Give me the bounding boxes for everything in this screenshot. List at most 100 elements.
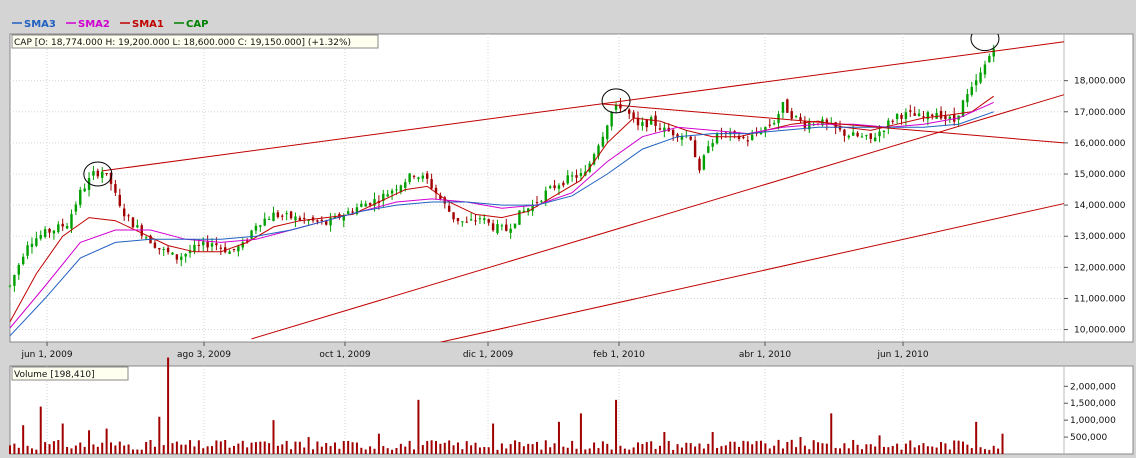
candle-up	[970, 86, 973, 95]
candle-up	[610, 111, 613, 127]
volume-bar	[180, 444, 183, 454]
candle-down	[298, 217, 302, 221]
y-tick-label: 11,000.000	[1074, 294, 1126, 304]
volume-bar	[891, 446, 894, 454]
candle-up	[983, 64, 987, 75]
volume-bar	[584, 449, 587, 454]
candle-up	[171, 252, 174, 255]
volume-bar	[707, 443, 710, 454]
candle-down	[698, 158, 701, 171]
y-tick-label: 16,000.000	[1074, 139, 1126, 149]
candle-down	[689, 136, 692, 140]
volume-bar	[193, 446, 196, 454]
volume-bar	[347, 440, 350, 454]
volume-bar	[606, 443, 609, 454]
volume-bar	[377, 433, 380, 454]
candle-up	[30, 243, 34, 248]
candle-down	[491, 223, 495, 231]
volume-bar	[13, 443, 16, 454]
candle-down	[658, 128, 662, 130]
volume-bar	[852, 439, 855, 454]
candle-up	[641, 122, 644, 126]
volume-bar	[834, 447, 837, 454]
volume-panel	[9, 365, 1134, 455]
candle-up	[500, 225, 504, 227]
volume-tick-label: 1,000,000	[1070, 416, 1116, 426]
legend-label-sma1: SMA1	[132, 19, 164, 30]
volume-bar	[742, 440, 745, 454]
candle-down	[166, 247, 170, 253]
volume-bar	[298, 441, 301, 454]
candle-down	[430, 179, 433, 189]
volume-bar	[702, 448, 705, 454]
volume-bar	[869, 444, 872, 454]
volume-bar	[799, 437, 802, 454]
y-tick-label: 12,000.000	[1074, 263, 1126, 273]
candle-down	[693, 140, 697, 158]
candle-down	[553, 185, 556, 189]
ohlc-label: CAP [O: 18,774.000 H: 19,200.000 L: 18,6…	[14, 38, 351, 48]
volume-bar	[246, 447, 249, 454]
candle-down	[939, 110, 943, 119]
volume-bar	[689, 443, 692, 454]
candle-up	[210, 243, 214, 247]
candle-up	[241, 242, 244, 248]
candle-down	[232, 248, 236, 250]
volume-bar	[408, 440, 411, 454]
candle-up	[136, 225, 139, 228]
volume-bar	[382, 446, 385, 454]
candle-up	[873, 137, 877, 141]
candle-up	[17, 264, 20, 275]
volume-bar	[131, 449, 134, 454]
volume-bar	[913, 447, 916, 454]
volume-bar	[992, 445, 995, 454]
volume-bar	[461, 449, 464, 454]
candle-up	[52, 230, 56, 234]
volume-bar	[224, 439, 227, 454]
volume-bar	[896, 443, 899, 454]
candle-down	[281, 215, 284, 217]
candle-up	[267, 219, 271, 221]
candle-down	[412, 175, 416, 177]
candle-down	[953, 114, 956, 122]
y-tick-label: 14,000.000	[1074, 201, 1126, 211]
candle-up	[601, 136, 605, 147]
candle-up	[764, 127, 767, 132]
volume-bar	[773, 445, 776, 454]
volume-bar	[325, 443, 328, 454]
volume-bar	[70, 448, 73, 454]
volume-bar	[566, 447, 569, 454]
candle-down	[276, 212, 280, 218]
volume-bar	[527, 443, 530, 454]
candle-up	[557, 185, 561, 189]
volume-bar	[768, 448, 771, 454]
candle-up	[180, 256, 183, 260]
volume-bar	[74, 445, 77, 454]
volume-bar	[22, 425, 25, 454]
candle-up	[974, 80, 978, 86]
volume-bar	[997, 448, 1000, 454]
y-tick-label: 17,000.000	[1074, 108, 1126, 118]
legend-label-cap: CAP	[186, 19, 208, 30]
candle-up	[250, 230, 253, 239]
volume-bar	[628, 449, 631, 454]
candle-down	[891, 120, 894, 122]
volume-bar	[228, 447, 231, 454]
volume-bar	[329, 446, 332, 454]
volume-bar	[17, 447, 20, 454]
volume-bar	[263, 441, 266, 454]
volume-bar	[610, 449, 613, 454]
volume-bar	[909, 440, 912, 454]
candle-down	[931, 114, 934, 117]
volume-bar	[847, 448, 850, 454]
x-tick-label: jun 1, 2009	[20, 350, 72, 360]
volume-bar	[127, 444, 130, 454]
candle-up	[259, 225, 262, 227]
volume-bar	[803, 445, 806, 454]
candle-up	[860, 136, 864, 138]
candle-up	[408, 173, 411, 183]
candle-up	[8, 285, 12, 287]
volume-bar	[694, 446, 697, 454]
volume-label: Volume [198,410]	[14, 370, 95, 380]
volume-bar	[241, 440, 244, 454]
